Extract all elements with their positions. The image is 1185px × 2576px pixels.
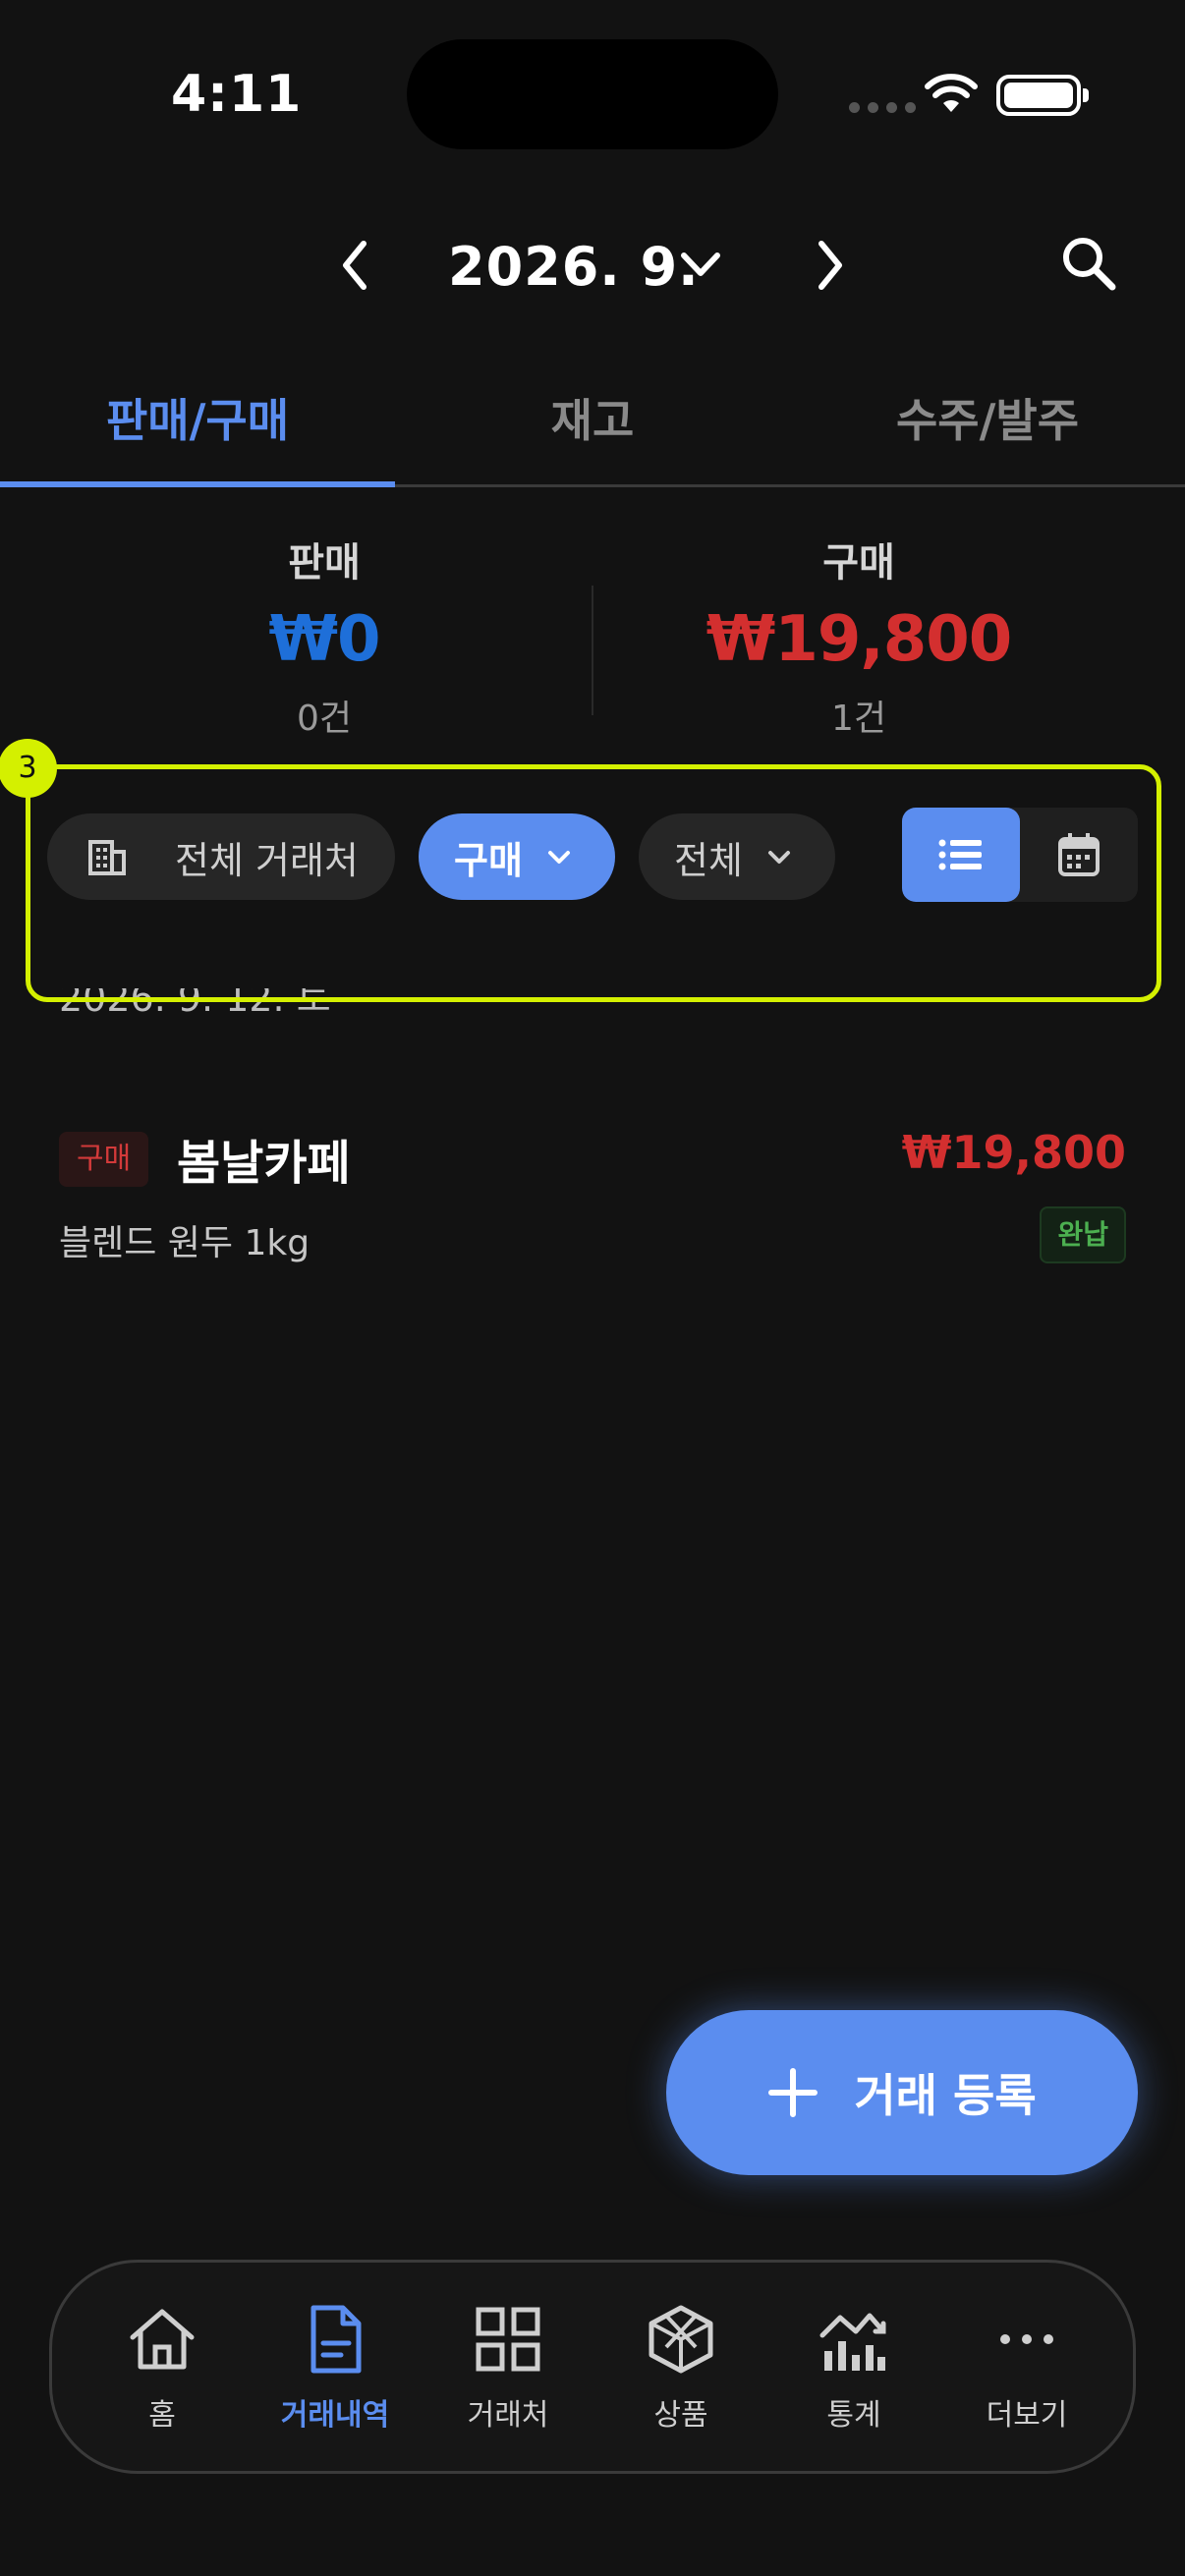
sale-amount: ₩0 [268, 603, 380, 676]
nav-label-products: 상품 [653, 2398, 708, 2433]
nav-label-transactions: 거래내역 [280, 2398, 390, 2433]
main-tabs: 판매/구매 재고 수주/발주 [0, 362, 1185, 487]
box-icon [649, 2305, 713, 2374]
status-filter-label: 전체 [674, 838, 743, 882]
type-filter-label: 구매 [454, 838, 523, 882]
nav-label-more: 더보기 [986, 2398, 1068, 2433]
chevron-down-icon [547, 851, 570, 864]
cellular-signal-icon [849, 102, 916, 113]
plus-icon [768, 2068, 818, 2117]
nav-label-home: 홈 [148, 2398, 176, 2433]
nav-item-products[interactable]: 상품 [602, 2302, 760, 2434]
nav-item-stats[interactable]: 통계 [775, 2302, 932, 2434]
chevron-down-icon [767, 851, 790, 864]
status-time: 4:11 [171, 65, 303, 124]
list-icon [938, 839, 982, 870]
type-filter-button[interactable]: 구매 [419, 813, 615, 900]
view-toggle [902, 808, 1138, 902]
search-icon[interactable] [1057, 232, 1120, 295]
grid-icon [476, 2307, 540, 2372]
status-filter-button[interactable]: 전체 [639, 813, 835, 900]
tab-sales-purchase[interactable]: 판매/구매 [0, 362, 395, 487]
nav-label-partners: 거래처 [467, 2398, 549, 2433]
wifi-icon [925, 74, 978, 112]
purchase-label: 구매 [822, 540, 895, 586]
sale-label: 판매 [288, 540, 361, 586]
dynamic-island [407, 39, 778, 149]
list-item[interactable]: 구매 봄날카페 ₩19,800 블렌드 원두 1kg 완납 [0, 1110, 1185, 1287]
nav-item-transactions[interactable]: 거래내역 [256, 2302, 414, 2434]
transaction-type-badge: 구매 [59, 1132, 149, 1187]
home-icon [130, 2309, 195, 2370]
next-month-button[interactable] [810, 234, 853, 297]
partner-filter-label: 전체 거래처 [175, 838, 359, 882]
chevron-down-icon[interactable] [676, 244, 725, 287]
chart-icon [819, 2313, 886, 2371]
status-badge: 완납 [1040, 1206, 1126, 1263]
nav-item-home[interactable]: 홈 [84, 2302, 241, 2434]
bottom-nav: 홈 거래내역 거래처 상품 통계 더보기 [49, 2260, 1136, 2474]
add-transaction-label: 거래 등록 [854, 2069, 1037, 2122]
transaction-partner-name: 봄날카페 [177, 1136, 351, 1191]
partner-filter-button[interactable]: 전체 거래처 [47, 813, 395, 900]
add-transaction-button[interactable]: 거래 등록 [666, 2010, 1138, 2175]
prev-month-button[interactable] [332, 234, 375, 297]
list-view-button[interactable] [902, 808, 1020, 902]
building-icon [88, 840, 126, 875]
summary: 판매 ₩0 0건 구매 ₩19,800 1건 [0, 531, 1185, 739]
purchase-amount: ₩19,800 [705, 603, 1013, 676]
sale-summary: 판매 ₩0 0건 [128, 531, 521, 741]
transaction-product: 블렌드 원두 1kg [59, 1223, 310, 1263]
more-icon [1000, 2334, 1053, 2344]
annotation-badge: 3 [0, 739, 57, 798]
month-title[interactable]: 2026. 9. [448, 236, 700, 298]
summary-divider [592, 586, 593, 715]
calendar-icon [1058, 833, 1100, 876]
document-icon [310, 2305, 362, 2374]
tab-inventory[interactable]: 재고 [395, 362, 790, 484]
calendar-view-button[interactable] [1020, 808, 1138, 902]
nav-item-partners[interactable]: 거래처 [429, 2302, 587, 2434]
nav-item-more[interactable]: 더보기 [948, 2302, 1105, 2434]
nav-label-stats: 통계 [826, 2398, 881, 2433]
tab-orders[interactable]: 수주/발주 [790, 362, 1185, 484]
purchase-count: 1건 [830, 699, 887, 739]
transaction-amount: ₩19,800 [901, 1126, 1126, 1179]
battery-icon [996, 75, 1089, 116]
sale-count: 0건 [296, 699, 353, 739]
purchase-summary: 구매 ₩19,800 1건 [662, 531, 1055, 741]
